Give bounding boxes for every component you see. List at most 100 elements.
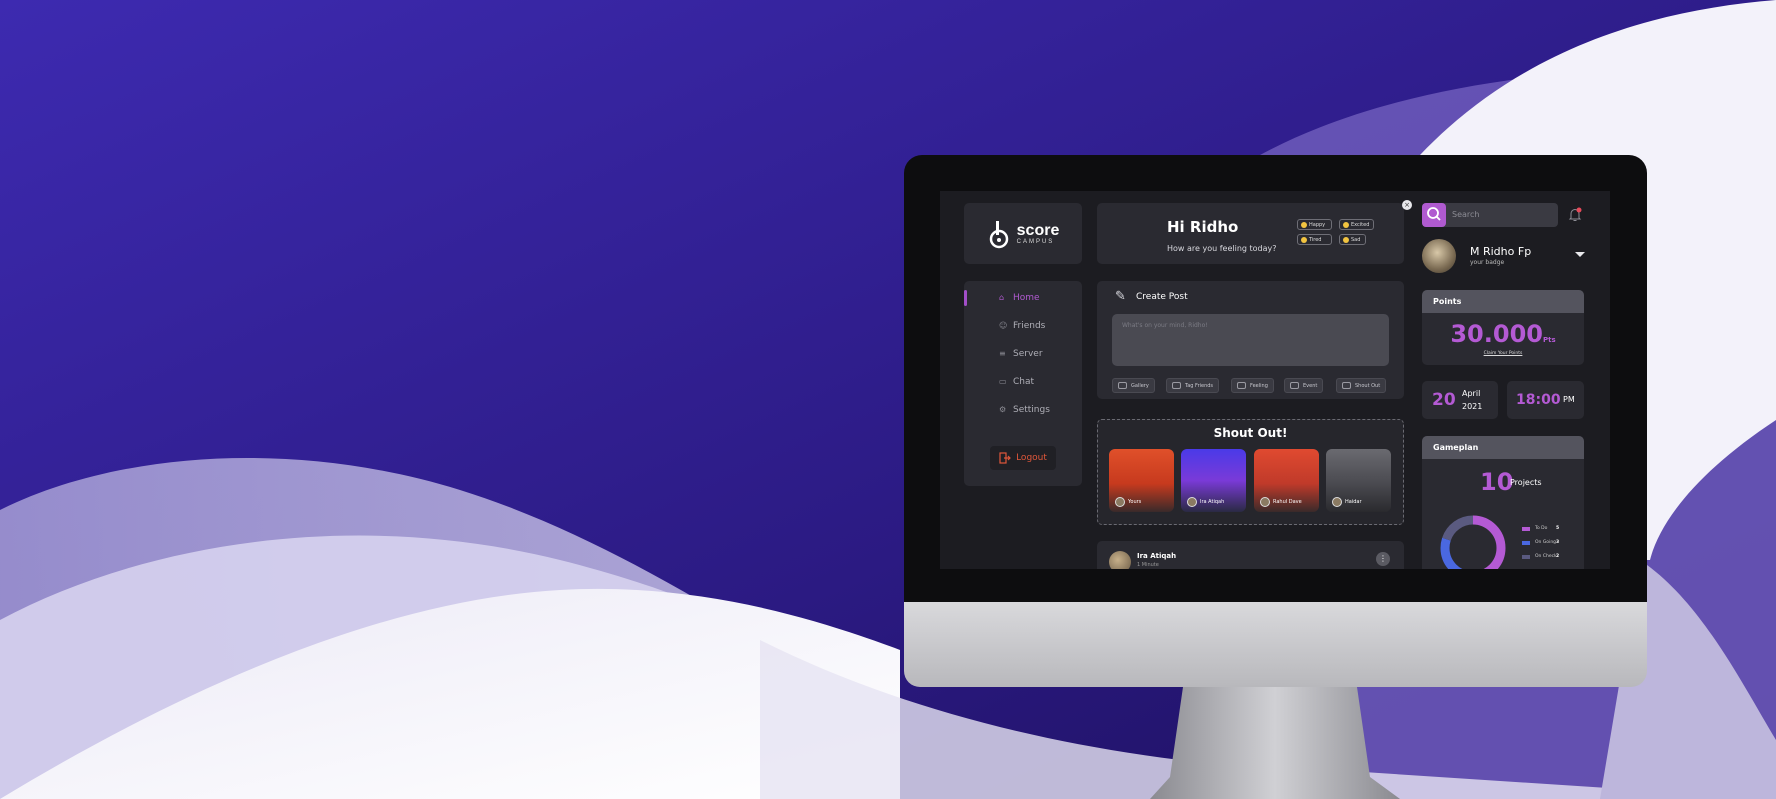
- search-box[interactable]: Search: [1422, 203, 1558, 227]
- shout-out-button[interactable]: Shout Out: [1336, 378, 1387, 393]
- avatar: [1115, 497, 1125, 507]
- points-title: Points: [1422, 290, 1584, 313]
- sidebar-item-label: Chat: [1013, 377, 1035, 387]
- legend-value: 2: [1556, 554, 1560, 559]
- post-input[interactable]: What's on your mind, Ridho!: [1112, 314, 1389, 366]
- date-card: 20 April 2021: [1422, 381, 1498, 419]
- legend-swatch: [1522, 540, 1530, 545]
- projects-donut-chart: [1440, 515, 1506, 569]
- profile-menu[interactable]: M Ridho Fp your badge: [1422, 239, 1585, 275]
- points-value-wrap: 30.000Pts: [1422, 320, 1584, 348]
- story-card[interactable]: Rahul Dave: [1254, 449, 1319, 512]
- points-unit: Pts: [1542, 336, 1556, 344]
- button-label: Shout Out: [1355, 382, 1381, 389]
- pencil-icon: ✎: [1115, 289, 1126, 304]
- story-card[interactable]: Yours: [1109, 449, 1174, 512]
- button-label: Feeling: [1250, 382, 1268, 389]
- time-card: 18:00 PM: [1507, 381, 1584, 419]
- mood-label: Sad: [1351, 236, 1361, 243]
- friends-icon: ☺: [999, 321, 1008, 330]
- logout-button[interactable]: Logout: [990, 446, 1056, 470]
- mood-happy[interactable]: Happy: [1297, 219, 1332, 230]
- home-icon: ⌂: [999, 293, 1005, 302]
- legend-label: To Do: [1535, 526, 1548, 531]
- logo-icon: [989, 220, 1008, 248]
- settings-icon: ⚙: [999, 405, 1007, 414]
- legend-todo: To Do 5: [1522, 526, 1559, 531]
- sidebar-item-label: Home: [1013, 293, 1040, 303]
- profile-name: M Ridho Fp: [1470, 245, 1532, 258]
- legend-label: On Going: [1535, 540, 1557, 545]
- legend-value: 5: [1556, 526, 1560, 531]
- points-card: Points 30.000Pts Claim Your Points: [1422, 290, 1584, 365]
- bell-icon[interactable]: [1568, 207, 1582, 222]
- shout-out-card: Shout Out! Yours Ira Atiqah Rahul Dave H…: [1097, 419, 1404, 525]
- monitor-chin: [904, 602, 1647, 687]
- story-card[interactable]: Ira Atiqah: [1181, 449, 1246, 512]
- event-button[interactable]: Event: [1284, 378, 1324, 393]
- search-button[interactable]: [1422, 203, 1446, 227]
- chevron-down-icon[interactable]: [1575, 252, 1585, 257]
- monitor-stand: [1150, 687, 1400, 799]
- gameplan-title: Gameplan: [1422, 436, 1584, 459]
- sidebar-item-label: Friends: [1013, 321, 1046, 331]
- button-label: Tag Friends: [1185, 382, 1214, 389]
- sidebar-item-home[interactable]: ⌂ Home: [999, 293, 1040, 303]
- mood-label: Tired: [1309, 236, 1322, 243]
- mood-label: Happy: [1309, 221, 1326, 228]
- date-month: April: [1462, 389, 1481, 398]
- calendar-icon: [1290, 382, 1299, 389]
- button-label: Event: [1303, 382, 1318, 389]
- greeting-subtitle: How are you feeling today?: [1167, 244, 1277, 253]
- logout-label: Logout: [1016, 453, 1047, 463]
- shout-out-icon: [1342, 382, 1351, 389]
- search-input[interactable]: Search: [1452, 210, 1479, 219]
- sidebar-item-settings[interactable]: ⚙ Settings: [999, 405, 1050, 415]
- legend-ongoing: On Going 3: [1522, 540, 1560, 545]
- feeling-icon: [1237, 382, 1246, 389]
- tag-friends-icon: [1172, 382, 1181, 389]
- feeling-button[interactable]: Feeling: [1231, 378, 1274, 393]
- profile-badge: your badge: [1470, 259, 1505, 266]
- gameplan-card: Gameplan 10 Projects To Do 5 On Going 3 …: [1422, 436, 1584, 569]
- sidebar-item-label: Server: [1013, 349, 1043, 359]
- time-value: 18:00: [1516, 392, 1561, 408]
- story-card[interactable]: Haidar: [1326, 449, 1391, 512]
- time-ampm: PM: [1563, 395, 1575, 404]
- claim-points-link[interactable]: Claim Your Points: [1422, 351, 1584, 356]
- shout-out-title: Shout Out!: [1213, 426, 1288, 440]
- sidebar-nav: ⌂ Home ☺ Friends ≡ Server ▭ Chat ⚙ Setti…: [964, 281, 1082, 486]
- avatar[interactable]: [1109, 551, 1131, 569]
- tag-friends-button[interactable]: Tag Friends: [1166, 378, 1220, 393]
- feed-author[interactable]: Ira Atiqah: [1137, 552, 1176, 560]
- gallery-button[interactable]: Gallery: [1112, 378, 1155, 393]
- server-icon: ≡: [999, 349, 1006, 358]
- happy-emoji-icon: [1301, 221, 1307, 228]
- legend-label: On Check: [1535, 554, 1557, 559]
- app-screen: score CAMPUS ⌂ Home ☺ Friends ≡ Server ▭…: [940, 191, 1610, 569]
- avatar: [1422, 239, 1456, 273]
- avatar: [1187, 497, 1197, 507]
- more-options-icon[interactable]: ⋮: [1376, 552, 1390, 566]
- sidebar-item-label: Settings: [1013, 405, 1050, 415]
- logo-card[interactable]: score CAMPUS: [964, 203, 1082, 264]
- legend-value: 3: [1556, 540, 1560, 545]
- sidebar-item-friends[interactable]: ☺ Friends: [999, 321, 1045, 331]
- story-name: Yours: [1128, 499, 1142, 505]
- feed-time: 1 Minute: [1137, 562, 1159, 568]
- mood-tired[interactable]: Tired: [1297, 234, 1332, 245]
- mood-sad[interactable]: Sad: [1339, 234, 1366, 245]
- story-name: Ira Atiqah: [1200, 499, 1225, 505]
- feed-post: Ira Atiqah 1 Minute ⋮: [1097, 541, 1404, 569]
- mood-excited[interactable]: Excited: [1339, 219, 1374, 230]
- monitor-bezel: score CAMPUS ⌂ Home ☺ Friends ≡ Server ▭…: [904, 155, 1647, 602]
- button-label: Gallery: [1131, 382, 1149, 389]
- monitor: score CAMPUS ⌂ Home ☺ Friends ≡ Server ▭…: [904, 155, 1647, 687]
- sidebar-item-chat[interactable]: ▭ Chat: [999, 377, 1034, 387]
- projects-count: 10: [1480, 468, 1514, 496]
- sidebar-item-server[interactable]: ≡ Server: [999, 349, 1043, 359]
- points-value: 30.000: [1450, 320, 1543, 348]
- active-indicator: [964, 290, 967, 306]
- close-icon[interactable]: ×: [1402, 200, 1412, 210]
- create-post-card: ✎ Create Post What's on your mind, Ridho…: [1097, 281, 1404, 399]
